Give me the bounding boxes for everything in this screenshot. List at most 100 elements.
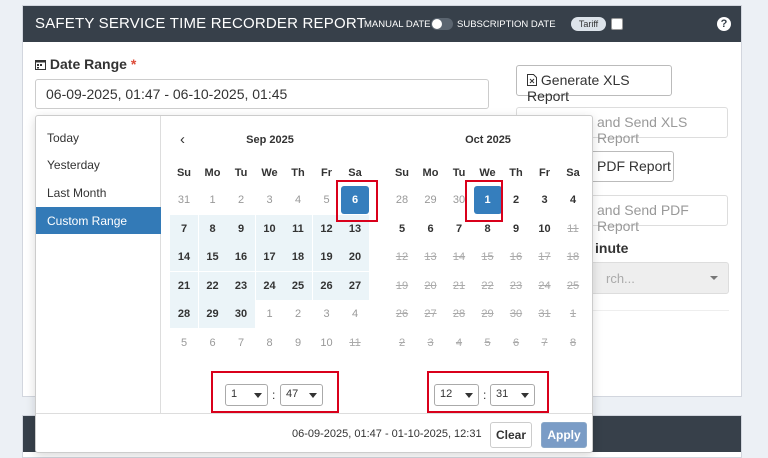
calendar-day[interactable]: 22: [198, 271, 227, 300]
range-custom[interactable]: Custom Range: [36, 207, 161, 234]
range-list: Today Yesterday Last Month Custom Range: [36, 116, 161, 413]
calendar-day[interactable]: 23: [227, 271, 255, 300]
calendar-day[interactable]: 4: [284, 186, 312, 214]
calendar-day: 30: [509, 308, 523, 320]
calendar-day: 27: [424, 308, 437, 320]
page-title: SAFETY SERVICE TIME RECORDER REPORT: [35, 15, 366, 32]
calendar-day[interactable]: 10: [313, 329, 341, 357]
calendar-day[interactable]: 26: [312, 271, 341, 300]
weekday-header: Mo: [204, 167, 221, 179]
calendar-day[interactable]: 2: [502, 186, 530, 214]
panel-header: SAFETY SERVICE TIME RECORDER REPORT MANU…: [23, 6, 741, 42]
calendar-day[interactable]: 8: [256, 329, 284, 357]
calendar-day[interactable]: 19: [312, 243, 341, 271]
calendar-day[interactable]: 2: [284, 300, 312, 328]
calendar-day[interactable]: 29: [198, 300, 227, 328]
calendar-day: 12: [395, 251, 409, 263]
weekday-header: Fr: [539, 167, 550, 179]
calendar-day[interactable]: 20: [341, 243, 369, 271]
calendar-day[interactable]: 1: [256, 300, 284, 328]
calendar-day[interactable]: 9: [227, 214, 255, 243]
highlight-right-time: [427, 371, 549, 413]
calendar-day[interactable]: 4: [559, 186, 587, 214]
calendar-day[interactable]: 28: [170, 300, 198, 328]
highlight-left-time: [211, 371, 339, 413]
pdf-label: PDF Report: [597, 158, 671, 174]
calendar-day[interactable]: 31: [170, 186, 198, 214]
range-yesterday[interactable]: Yesterday: [36, 151, 161, 178]
calendar-day[interactable]: 18: [284, 243, 312, 271]
calendar-day[interactable]: 10: [255, 214, 284, 243]
calendar-day[interactable]: 11: [284, 214, 312, 243]
send-xls-label: and Send XLS Report: [597, 114, 688, 146]
calendar-day: 18: [566, 251, 580, 263]
date-mode-toggle[interactable]: [431, 18, 453, 30]
calendar-day[interactable]: 21: [170, 271, 198, 300]
calendar-day[interactable]: 2: [227, 186, 255, 214]
calendar-day: 17: [538, 251, 551, 263]
calendar-day[interactable]: 15: [198, 243, 227, 271]
subscription-date-label: SUBSCRIPTION DATE: [457, 19, 556, 30]
weekday-header: Su: [176, 167, 192, 179]
calendar-day[interactable]: 5: [170, 329, 198, 357]
calendar-day[interactable]: 25: [284, 271, 312, 300]
calendar-day[interactable]: 16: [227, 243, 255, 271]
generate-xls-button[interactable]: Generate XLS Report: [516, 65, 672, 104]
calendar-day[interactable]: 7: [170, 214, 198, 243]
minute-label: inute: [595, 240, 629, 256]
calendar-day[interactable]: 28: [388, 186, 416, 214]
calendar-day[interactable]: 7: [227, 329, 255, 357]
calendar-day[interactable]: 3: [313, 300, 341, 328]
calendar-day: 7: [541, 336, 548, 349]
date-range-input[interactable]: 06-09-2025, 01:47 - 06-10-2025, 01:45: [35, 79, 489, 109]
calendar-day: 2: [398, 336, 406, 349]
calendar-day[interactable]: 9: [284, 329, 312, 357]
calendar-day: 23: [509, 279, 523, 292]
picker-footer: 06-09-2025, 01:47 - 01-10-2025, 12:31 Cl…: [36, 413, 592, 454]
date-range-picker: Today Yesterday Last Month Custom Range …: [35, 115, 593, 453]
calendar-day: 11: [567, 222, 579, 235]
month-header-left: Sep 2025: [246, 134, 294, 146]
calendar-day: 3: [427, 336, 434, 349]
weekday-header: Th: [291, 167, 305, 179]
calendar-day[interactable]: 3: [256, 186, 284, 214]
calendar-day[interactable]: 14: [170, 243, 198, 271]
tariff-checkbox[interactable]: [611, 18, 623, 30]
calendar-day[interactable]: 1: [199, 186, 227, 214]
clear-button[interactable]: Clear: [490, 422, 532, 448]
calendar-day[interactable]: 5: [388, 215, 416, 243]
range-today[interactable]: Today: [36, 124, 161, 151]
calendar-day: 29: [481, 308, 494, 320]
range-last-month[interactable]: Last Month: [36, 179, 161, 206]
generate-xls-label: Generate XLS Report: [527, 72, 630, 104]
calendar-day[interactable]: 17: [255, 243, 284, 271]
help-icon[interactable]: ?: [717, 17, 731, 31]
file-excel-icon: [527, 74, 537, 86]
calendar-day[interactable]: 6: [417, 215, 445, 243]
calendar-day[interactable]: 10: [531, 215, 559, 243]
toggle-knob: [432, 19, 442, 29]
calendar-day[interactable]: 24: [255, 271, 284, 300]
calendar-day: 22: [481, 279, 494, 292]
calendar-day[interactable]: 9: [502, 215, 530, 243]
calendar-day[interactable]: 27: [341, 271, 369, 300]
required-mark: *: [130, 56, 137, 72]
calendar-day[interactable]: 3: [531, 186, 559, 214]
calendar-day: 16: [509, 251, 523, 263]
calendar-day[interactable]: 29: [417, 186, 445, 214]
calendar-day: 15: [481, 251, 494, 263]
calendar-day: 24: [538, 279, 551, 292]
calendar-day[interactable]: 4: [341, 300, 369, 328]
calendar-day[interactable]: 30: [227, 300, 255, 328]
calendar-day[interactable]: 6: [199, 329, 227, 357]
manual-date-label: MANUAL DATE: [364, 19, 431, 30]
month-header-right: Oct 2025: [465, 134, 511, 146]
apply-button[interactable]: Apply: [541, 422, 587, 448]
send-pdf-label: and Send PDF Report: [597, 202, 689, 234]
calendar-day: 8: [569, 336, 577, 349]
calendar-day: 28: [452, 308, 466, 320]
calendar-day[interactable]: 8: [198, 214, 227, 243]
tariff-badge: Tariff: [571, 17, 606, 31]
weekday-header: Sa: [566, 167, 580, 179]
calendar-day: 31: [538, 308, 551, 320]
